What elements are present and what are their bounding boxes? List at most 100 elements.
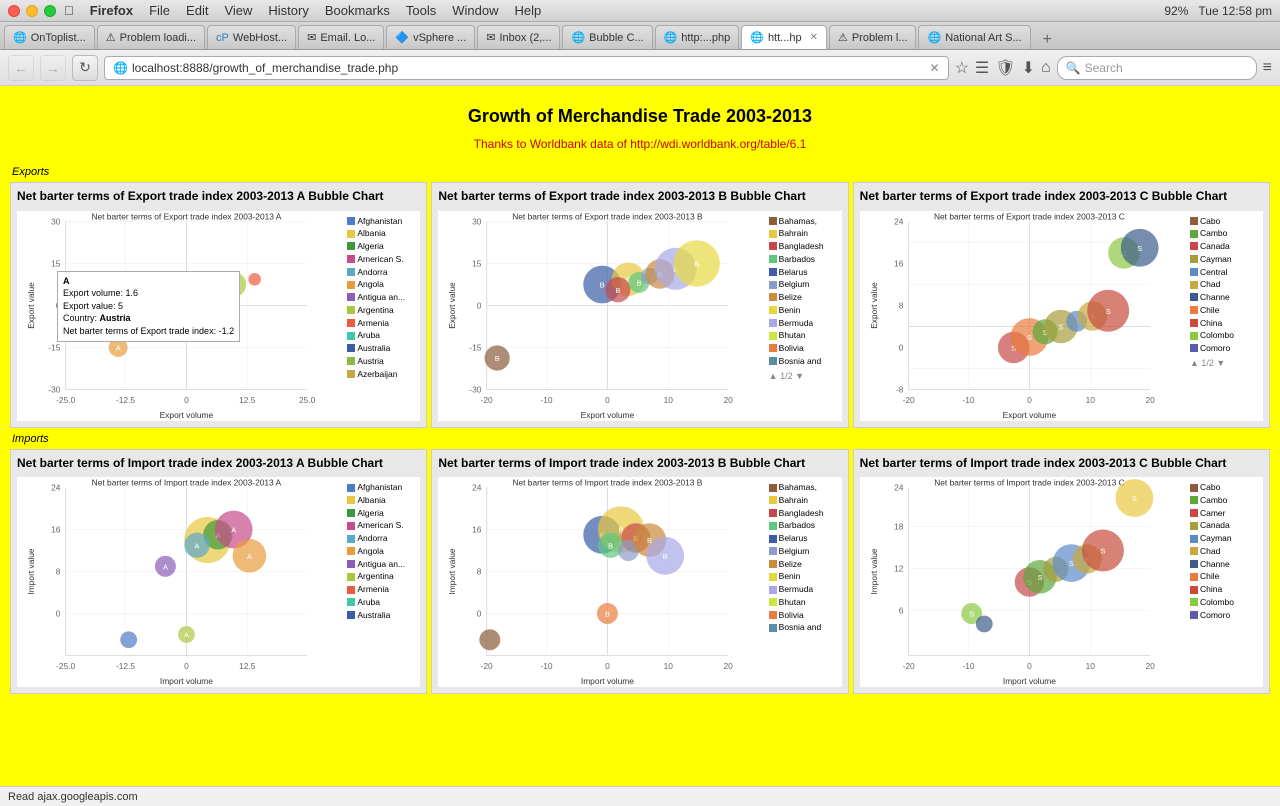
svg-text:8: 8 <box>477 567 482 577</box>
svg-text:Export volume: Export volume <box>160 409 214 419</box>
svg-text:0: 0 <box>477 300 482 310</box>
svg-text:-15: -15 <box>48 342 60 352</box>
import-chart-a: Net barter terms of Import trade index 2… <box>10 449 427 695</box>
export-chart-a: Net barter terms of Export trade index 2… <box>10 182 427 428</box>
file-menu[interactable]: File <box>149 3 170 18</box>
overflow-menu-icon[interactable]: ≡ <box>1263 59 1272 77</box>
tab-label: vSphere ... <box>413 32 466 44</box>
svg-text:0: 0 <box>605 395 610 405</box>
minimize-button[interactable] <box>26 5 38 17</box>
svg-text:-12.5: -12.5 <box>116 661 135 671</box>
tab-favicon: 🔷 <box>395 31 409 44</box>
new-tab-button[interactable]: + <box>1037 31 1058 49</box>
tab-label: Bubble C... <box>589 32 643 44</box>
tab-national[interactable]: 🌐 National Art S... <box>918 25 1030 49</box>
svg-text:S: S <box>1132 494 1137 503</box>
export-chart-c-plot: 24 16 8 0 -8 -20 -10 0 10 20 Export volu… <box>860 211 1188 421</box>
download-icon[interactable]: ⬇ <box>1022 58 1035 78</box>
svg-text:Net barter terms of Import tra: Net barter terms of Import trade index 2… <box>92 478 282 488</box>
svg-text:Import volume: Import volume <box>160 676 213 686</box>
svg-text:A: A <box>163 563 168 572</box>
bookmark-star-icon[interactable]: ☆ <box>955 58 969 78</box>
tab-favicon: 🌐 <box>571 31 585 44</box>
tab-close-button[interactable]: ✕ <box>810 32 818 43</box>
svg-text:Import volume: Import volume <box>581 676 634 686</box>
tab-cpanel[interactable]: cP WebHost... <box>207 25 296 49</box>
tab-http1[interactable]: 🌐 http:...php <box>655 25 740 49</box>
history-menu[interactable]: History <box>268 3 308 18</box>
svg-text:A: A <box>116 343 121 352</box>
tools-menu[interactable]: Tools <box>406 3 436 18</box>
tab-label: WebHost... <box>233 32 287 44</box>
edit-menu[interactable]: Edit <box>186 3 208 18</box>
tab-problem2[interactable]: ⚠ Problem l... <box>829 25 917 49</box>
tab-ontoplist[interactable]: 🌐 OnToplist... <box>4 25 95 49</box>
tab-favicon: ⚠ <box>838 31 848 44</box>
view-menu[interactable]: View <box>224 3 252 18</box>
svg-text:-10: -10 <box>541 661 553 671</box>
svg-text:Net barter terms of Export tra: Net barter terms of Export trade index 2… <box>513 211 704 221</box>
svg-text:Import value: Import value <box>447 548 457 594</box>
svg-text:B: B <box>695 259 700 268</box>
svg-text:S: S <box>1100 547 1105 556</box>
export-chart-a-title: Net barter terms of Export trade index 2… <box>17 189 420 205</box>
svg-text:20: 20 <box>1145 395 1155 405</box>
svg-text:B: B <box>663 552 668 561</box>
traffic-lights[interactable] <box>8 5 56 17</box>
tab-label: Problem loadi... <box>120 32 196 44</box>
bookmarks-menu[interactable]: Bookmarks <box>325 3 390 18</box>
tab-current[interactable]: 🌐 htt...hp ✕ <box>741 25 827 49</box>
svg-text:Export value: Export value <box>26 281 36 328</box>
fullscreen-button[interactable] <box>44 5 56 17</box>
import-chart-a-legend: Afghanistan Albania Algeria American S. … <box>345 477 420 687</box>
home-icon[interactable]: ⌂ <box>1041 59 1051 77</box>
export-chart-b-legend: Bahamas, Bahrain Bangladesh Barbados Bel… <box>767 211 842 421</box>
svg-text:0: 0 <box>1027 661 1032 671</box>
lock-icon: 🌐 <box>113 61 128 75</box>
tab-favicon: 🌐 <box>750 31 764 44</box>
export-chart-c-legend: Cabo Cambo Canada Cayman Central Chad Ch… <box>1188 211 1263 421</box>
imports-label: Imports <box>12 433 1270 445</box>
url-text: localhost:8888/growth_of_merchandise_tra… <box>132 61 926 75</box>
svg-text:12: 12 <box>894 564 904 574</box>
apple-menu[interactable]:  <box>64 3 74 18</box>
svg-text:24: 24 <box>51 483 61 493</box>
battery-indicator: 92% <box>1164 4 1188 18</box>
tab-vsphere[interactable]: 🔷 vSphere ... <box>386 25 475 49</box>
tab-bubble[interactable]: 🌐 Bubble C... <box>562 25 652 49</box>
url-clear-button[interactable]: ✕ <box>930 61 940 75</box>
close-button[interactable] <box>8 5 20 17</box>
svg-text:24: 24 <box>894 216 904 226</box>
tab-problem1[interactable]: ⚠ Problem loadi... <box>97 25 205 49</box>
firefox-menu[interactable]: Firefox <box>90 3 133 18</box>
svg-text:A: A <box>231 526 236 535</box>
svg-text:10: 10 <box>664 395 674 405</box>
svg-text:B: B <box>600 280 605 289</box>
window-menu[interactable]: Window <box>452 3 498 18</box>
svg-text:-15: -15 <box>470 342 482 352</box>
export-chart-a-plot: 30 15 0 -15 -30 -25.0 -12.5 0 12.5 25.0 <box>17 211 345 421</box>
tab-email[interactable]: ✉ Email. Lo... <box>298 25 384 49</box>
refresh-button[interactable]: ↻ <box>72 55 98 81</box>
svg-text:S: S <box>1027 333 1032 342</box>
import-chart-c-plot: 24 18 12 6 -20 -10 0 10 20 Import volume… <box>860 477 1188 687</box>
export-chart-c-title: Net barter terms of Export trade index 2… <box>860 189 1263 205</box>
tab-inbox[interactable]: ✉ Inbox (2,... <box>477 25 560 49</box>
search-input[interactable]: Search <box>1085 61 1123 75</box>
tab-label: National Art S... <box>945 32 1021 44</box>
back-button[interactable]: ← <box>8 55 34 81</box>
reader-icon[interactable]: ☰ <box>975 58 989 78</box>
svg-text:B: B <box>605 610 610 619</box>
import-chart-a-plot: 24 16 8 0 -25.0 -12.5 0 12.5 Import volu… <box>17 477 345 687</box>
svg-text:Net barter terms of Import tra: Net barter terms of Import trade index 2… <box>934 478 1124 488</box>
tab-favicon: 🌐 <box>927 31 941 44</box>
forward-button[interactable]: → <box>40 55 66 81</box>
svg-text:-10: -10 <box>962 395 974 405</box>
import-chart-c: Net barter terms of Import trade index 2… <box>853 449 1270 695</box>
svg-text:20: 20 <box>1145 661 1155 671</box>
search-bar[interactable]: 🔍 Search <box>1057 56 1257 80</box>
shield-icon[interactable]: 🛡 <box>995 58 1015 78</box>
url-bar[interactable]: 🌐 localhost:8888/growth_of_merchandise_t… <box>104 56 949 80</box>
svg-text:A: A <box>126 299 131 308</box>
help-menu[interactable]: Help <box>515 3 542 18</box>
